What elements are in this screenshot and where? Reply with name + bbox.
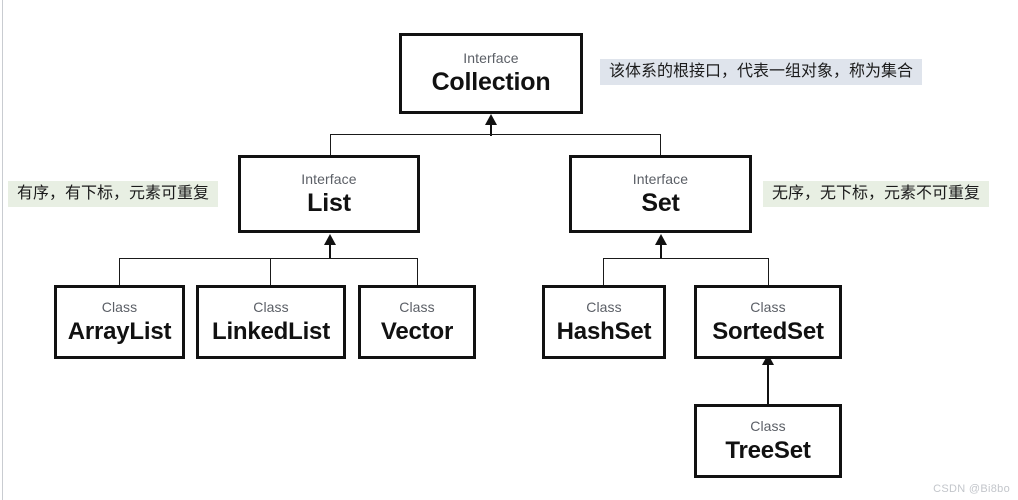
node-list[interactable]: Interface List [238, 155, 420, 233]
class-diagram-canvas: Interface Collection Interface List Inte… [0, 0, 1018, 500]
node-linkedlist[interactable]: Class LinkedList [196, 285, 346, 359]
connector-set-to-hashset [603, 258, 604, 286]
annotation-set-note: 无序，无下标，元素不可重复 [763, 181, 990, 207]
connector-collection-to-list [330, 134, 331, 156]
node-list-stereotype: Interface [301, 170, 357, 187]
watermark: CSDN @Bi8bo [933, 483, 1010, 495]
node-set[interactable]: Interface Set [569, 155, 752, 233]
node-linkedlist-stereotype: Class [253, 298, 289, 315]
node-collection-stereotype: Interface [463, 50, 519, 66]
node-hashset-stereotype: Class [586, 298, 622, 315]
node-collection-name: Collection [431, 68, 551, 96]
node-hashset-name: HashSet [556, 317, 652, 345]
node-sortedset[interactable]: Class SortedSet [694, 285, 842, 359]
node-arraylist-name: ArrayList [67, 317, 172, 345]
annotation-list-note: 有序，有下标，元素可重复 [8, 181, 219, 207]
node-vector[interactable]: Class Vector [358, 285, 476, 359]
node-vector-name: Vector [380, 317, 454, 345]
connector-treeset-to-sortedset [767, 364, 769, 406]
arrow-list-children-to-list [324, 234, 336, 245]
connector-list-stem [329, 244, 331, 259]
annotation-list-note-text: 有序，有下标，元素可重复 [17, 185, 210, 202]
annotation-set-note-text: 无序，无下标，元素不可重复 [772, 185, 981, 202]
connector-list-to-linkedlist [270, 258, 271, 286]
connector-set-to-sortedset [768, 258, 769, 286]
node-treeset-name: TreeSet [725, 436, 811, 464]
connector-collection-to-set [660, 134, 661, 156]
node-collection[interactable]: Interface Collection [399, 33, 583, 114]
node-hashset[interactable]: Class HashSet [542, 285, 666, 359]
annotation-collection-note: 该体系的根接口，代表一组对象，称为集合 [600, 59, 923, 85]
connector-list-to-vector [417, 258, 418, 286]
annotation-collection-note-text: 该体系的根接口，代表一组对象，称为集合 [609, 63, 914, 80]
node-treeset[interactable]: Class TreeSet [694, 404, 842, 478]
node-arraylist-stereotype: Class [101, 298, 138, 315]
node-set-name: Set [641, 188, 680, 217]
arrow-list-set-to-collection [485, 114, 497, 125]
connector-set-bus [603, 258, 769, 259]
node-sortedset-name: SortedSet [712, 317, 824, 345]
node-treeset-stereotype: Class [750, 417, 786, 434]
connector-collection-bus [330, 134, 661, 135]
connector-list-to-arraylist [119, 258, 120, 286]
node-linkedlist-name: LinkedList [211, 317, 330, 345]
node-sortedset-stereotype: Class [750, 298, 786, 315]
connector-list-bus [119, 258, 418, 259]
page-left-border [2, 0, 3, 500]
node-list-name: List [307, 188, 351, 217]
connector-set-stem [660, 244, 662, 259]
node-vector-stereotype: Class [399, 298, 435, 315]
node-set-stereotype: Interface [632, 170, 689, 187]
arrow-set-children-to-set [655, 234, 667, 245]
node-arraylist[interactable]: Class ArrayList [54, 285, 185, 359]
